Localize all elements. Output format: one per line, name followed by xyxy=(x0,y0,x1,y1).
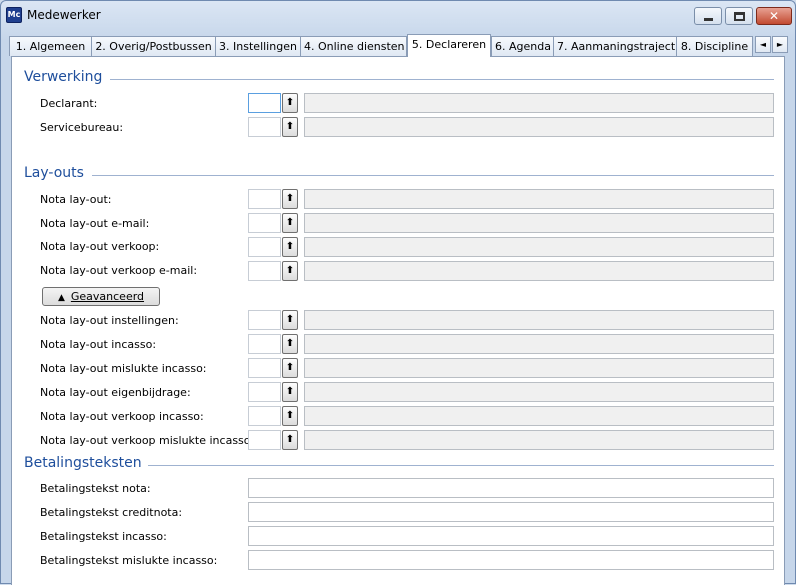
declarant-code-input[interactable] xyxy=(248,93,281,113)
lookup-arrow-icon[interactable]: ⬆ xyxy=(282,382,298,402)
lookup-arrow-icon[interactable]: ⬆ xyxy=(282,189,298,209)
label-declarant: Declarant: xyxy=(40,97,98,110)
label-nota-layout-verkoop-mislukte-incasso: Nota lay-out verkoop mislukte incasso: xyxy=(40,434,255,447)
nota-layout-verkoop-code-input[interactable] xyxy=(248,237,281,257)
tab-overig-postbussen[interactable]: 2. Overig/Postbussen xyxy=(91,36,216,56)
nota-layout-verkoop-mislukte-incasso-code-input[interactable] xyxy=(248,430,281,450)
tab-discipline[interactable]: 8. Discipline xyxy=(676,36,753,56)
label-betalingstekst-mislukte-incasso: Betalingstekst mislukte incasso: xyxy=(40,554,218,567)
close-icon: ✕ xyxy=(768,9,780,23)
tab-scroll-left-icon[interactable]: ◄ xyxy=(755,36,771,53)
declarant-description xyxy=(304,93,774,113)
window: Mc Medewerker ✕ 1. Algemeen 2. Overig/Po… xyxy=(0,0,796,585)
nota-layout-verkoop-mislukte-incasso-description xyxy=(304,430,774,450)
tab-agenda[interactable]: 6. Agenda xyxy=(491,36,554,56)
tab-panel-declareren: Verwerking Declarant: ⬆ Servicebureau: ⬆… xyxy=(11,56,785,585)
section-divider xyxy=(110,79,774,80)
minimize-icon xyxy=(704,18,713,21)
section-divider xyxy=(148,465,774,466)
lookup-arrow-icon[interactable]: ⬆ xyxy=(282,358,298,378)
label-nota-layout-verkoop: Nota lay-out verkoop: xyxy=(40,240,160,253)
label-nota-layout-eigenbijdrage: Nota lay-out eigenbijdrage: xyxy=(40,386,191,399)
servicebureau-code-input[interactable] xyxy=(248,117,281,137)
label-nota-layout-incasso: Nota lay-out incasso: xyxy=(40,338,157,351)
lookup-arrow-icon[interactable]: ⬆ xyxy=(282,93,298,113)
minimize-button[interactable] xyxy=(694,7,722,25)
maximize-button[interactable] xyxy=(725,7,753,25)
label-nota-layout-verkoop-email: Nota lay-out verkoop e-mail: xyxy=(40,264,198,277)
nota-layout-description xyxy=(304,189,774,209)
tab-instellingen[interactable]: 3. Instellingen xyxy=(215,36,301,56)
nota-layout-mislukte-incasso-description xyxy=(304,358,774,378)
chevron-up-icon: ▲ xyxy=(57,293,65,303)
nota-layout-incasso-code-input[interactable] xyxy=(248,334,281,354)
nota-layout-instellingen-code-input[interactable] xyxy=(248,310,281,330)
lookup-arrow-icon[interactable]: ⬆ xyxy=(282,430,298,450)
section-title-betalingsteksten: Betalingsteksten xyxy=(24,455,142,471)
lookup-arrow-icon[interactable]: ⬆ xyxy=(282,310,298,330)
servicebureau-description xyxy=(304,117,774,137)
tab-algemeen[interactable]: 1. Algemeen xyxy=(9,36,92,56)
betalingstekst-nota-input[interactable] xyxy=(248,478,774,498)
geavanceerd-button[interactable]: ▲ Geavanceerd xyxy=(42,287,160,306)
nota-layout-incasso-description xyxy=(304,334,774,354)
nota-layout-verkoop-description xyxy=(304,237,774,257)
nota-layout-verkoop-email-description xyxy=(304,261,774,281)
label-betalingstekst-nota: Betalingstekst nota: xyxy=(40,482,151,495)
nota-layout-verkoop-email-code-input[interactable] xyxy=(248,261,281,281)
label-nota-layout-email: Nota lay-out e-mail: xyxy=(40,217,150,230)
lookup-arrow-icon[interactable]: ⬆ xyxy=(282,237,298,257)
title-bar[interactable]: Mc Medewerker ✕ xyxy=(1,1,795,31)
tab-aanmaningstraject[interactable]: 7. Aanmaningstraject xyxy=(553,36,677,56)
label-nota-layout-instellingen: Nota lay-out instellingen: xyxy=(40,314,179,327)
nota-layout-mislukte-incasso-code-input[interactable] xyxy=(248,358,281,378)
section-title-verwerking: Verwerking xyxy=(24,69,103,85)
nota-layout-instellingen-description xyxy=(304,310,774,330)
maximize-icon xyxy=(734,12,745,21)
close-button[interactable]: ✕ xyxy=(756,7,792,25)
label-nota-layout-verkoop-incasso: Nota lay-out verkoop incasso: xyxy=(40,410,204,423)
betalingstekst-incasso-input[interactable] xyxy=(248,526,774,546)
nota-layout-verkoop-incasso-description xyxy=(304,406,774,426)
nota-layout-eigenbijdrage-code-input[interactable] xyxy=(248,382,281,402)
lookup-arrow-icon[interactable]: ⬆ xyxy=(282,406,298,426)
label-betalingstekst-incasso: Betalingstekst incasso: xyxy=(40,530,167,543)
betalingstekst-mislukte-incasso-input[interactable] xyxy=(248,550,774,570)
app-logo-icon[interactable]: Mc xyxy=(6,7,22,23)
tab-online-diensten[interactable]: 4. Online diensten xyxy=(300,36,407,56)
label-nota-layout: Nota lay-out: xyxy=(40,193,112,206)
lookup-arrow-icon[interactable]: ⬆ xyxy=(282,334,298,354)
section-title-layouts: Lay-outs xyxy=(24,165,84,181)
tab-scroll-right-icon[interactable]: ► xyxy=(772,36,788,53)
nota-layout-eigenbijdrage-description xyxy=(304,382,774,402)
label-nota-layout-mislukte-incasso: Nota lay-out mislukte incasso: xyxy=(40,362,207,375)
label-betalingstekst-creditnota: Betalingstekst creditnota: xyxy=(40,506,183,519)
lookup-arrow-icon[interactable]: ⬆ xyxy=(282,117,298,137)
lookup-arrow-icon[interactable]: ⬆ xyxy=(282,261,298,281)
nota-layout-email-code-input[interactable] xyxy=(248,213,281,233)
betalingstekst-creditnota-input[interactable] xyxy=(248,502,774,522)
nota-layout-code-input[interactable] xyxy=(248,189,281,209)
tab-strip: 1. Algemeen 2. Overig/Postbussen 3. Inst… xyxy=(9,34,791,57)
geavanceerd-label: Geavanceerd xyxy=(70,290,145,303)
window-title: Medewerker xyxy=(27,8,101,22)
label-servicebureau: Servicebureau: xyxy=(40,121,124,134)
tab-declareren[interactable]: 5. Declareren xyxy=(407,34,491,57)
nota-layout-verkoop-incasso-code-input[interactable] xyxy=(248,406,281,426)
nota-layout-email-description xyxy=(304,213,774,233)
section-divider xyxy=(92,175,774,176)
lookup-arrow-icon[interactable]: ⬆ xyxy=(282,213,298,233)
